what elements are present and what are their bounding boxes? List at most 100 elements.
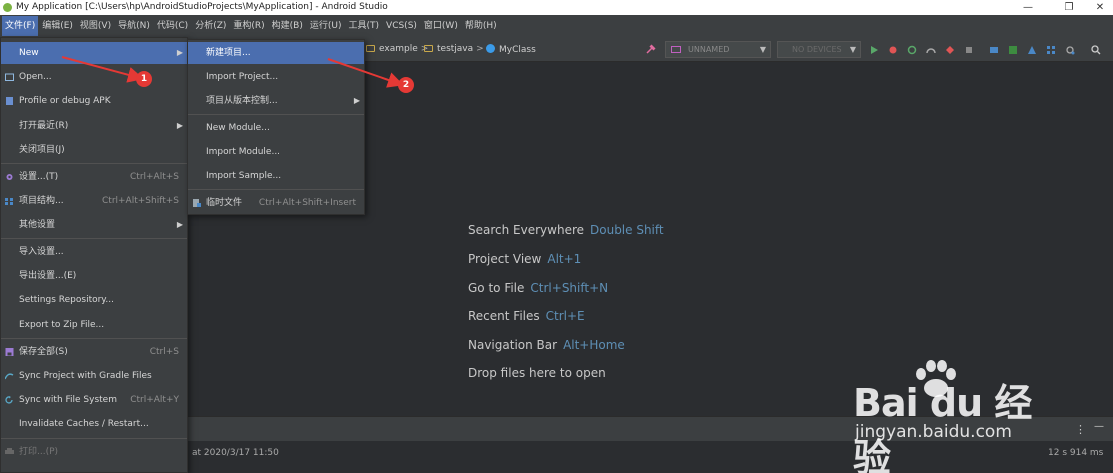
coverage-icon[interactable] — [907, 45, 917, 55]
menu-item-project-structure[interactable]: 项目结构... Ctrl+Alt+Shift+S — [1, 190, 187, 212]
sync-icon[interactable] — [989, 45, 999, 55]
submenu-arrow-icon: ▶ — [176, 220, 183, 229]
breadcrumb-example[interactable]: example > — [366, 44, 428, 54]
run-icon[interactable] — [869, 45, 879, 55]
breadcrumb-testjava[interactable]: testjava > — [424, 44, 484, 54]
menu-file[interactable]: 文件(F) — [2, 16, 39, 36]
menu-item-invalidate-caches[interactable]: Invalidate Caches / Restart... — [1, 413, 187, 435]
gradle-sync-icon — [5, 373, 14, 380]
menu-divider — [188, 189, 364, 190]
menu-run[interactable]: 运行(U) — [307, 16, 345, 36]
restore-button[interactable]: ❐ — [1054, 0, 1084, 15]
folder-icon — [424, 45, 433, 52]
gear-icon — [6, 174, 13, 180]
breadcrumb-myclass[interactable]: MyClass — [486, 44, 536, 55]
menu-build[interactable]: 构建(B) — [269, 16, 306, 36]
refresh-icon — [5, 396, 13, 404]
menu-view[interactable]: 视图(V) — [77, 16, 114, 36]
menu-code[interactable]: 代码(C) — [154, 16, 191, 36]
menu-item-import-module[interactable]: Import Module... — [188, 141, 364, 163]
menu-edit[interactable]: 编辑(E) — [39, 16, 76, 36]
menu-item-settings[interactable]: 设置...(T) Ctrl+Alt+S — [1, 166, 187, 188]
menu-item-print[interactable]: 打印...(P) — [1, 441, 187, 463]
layout-inspector-icon[interactable] — [1065, 45, 1075, 55]
menu-item-import-settings[interactable]: 导入设置... — [1, 241, 187, 263]
chevron-down-icon: ▼ — [759, 45, 766, 54]
attach-debugger-icon[interactable] — [945, 45, 955, 55]
print-icon — [5, 448, 14, 454]
structure-icon — [5, 198, 13, 205]
menu-item-sync-filesystem[interactable]: Sync with File System Ctrl+Alt+Y — [1, 389, 187, 411]
menu-analyze[interactable]: 分析(Z) — [192, 16, 229, 36]
hint-project-view: Project View Alt+1 — [468, 252, 582, 266]
window-title: My Application [C:\Users\hp\AndroidStudi… — [16, 2, 388, 12]
stop-icon[interactable] — [964, 45, 974, 55]
menu-bar: 文件(F) 编辑(E) 视图(V) 导航(N) 代码(C) 分析(Z) 重构(R… — [0, 15, 1113, 37]
menu-item-import-sample[interactable]: Import Sample... — [188, 165, 364, 187]
build-timestamp: at 2020/3/17 11:50 — [192, 448, 279, 458]
annotation-badge-2: 2 — [398, 77, 414, 93]
menu-vcs[interactable]: VCS(S) — [383, 16, 420, 36]
menu-item-settings-repository[interactable]: Settings Repository... — [1, 289, 187, 311]
menu-item-new-project[interactable]: 新建项目... — [188, 42, 364, 64]
menu-item-close-project[interactable]: 关闭项目(J) — [1, 139, 187, 161]
submenu-arrow-icon: ▶ — [176, 48, 183, 57]
folder-icon — [366, 45, 375, 52]
menu-item-sync-gradle[interactable]: Sync Project with Gradle Files — [1, 365, 187, 387]
menu-window[interactable]: 窗口(W) — [421, 16, 461, 36]
watermark-url: jingyan.baidu.com — [855, 422, 1012, 442]
menu-tools[interactable]: 工具(T) — [346, 16, 383, 36]
menu-divider — [1, 438, 187, 439]
menu-item-project-from-vcs[interactable]: 项目从版本控制... ▶ — [188, 90, 364, 112]
menu-item-import-project[interactable]: Import Project... — [188, 66, 364, 88]
menu-navigate[interactable]: 导航(N) — [115, 16, 153, 36]
menu-divider — [1, 163, 187, 164]
submenu-arrow-icon: ▶ — [176, 121, 183, 130]
android-studio-icon — [3, 3, 12, 12]
title-bar: My Application [C:\Users\hp\AndroidStudi… — [0, 0, 1113, 15]
hint-drop-files: Drop files here to open — [468, 366, 606, 380]
hide-panel-icon[interactable]: — — [1094, 421, 1104, 432]
menu-divider — [1, 338, 187, 339]
menu-item-open[interactable]: Open... — [1, 66, 187, 88]
close-button[interactable]: ✕ — [1085, 0, 1113, 15]
menu-item-other-settings[interactable]: 其他设置 ▶ — [1, 214, 187, 236]
avd-manager-icon[interactable] — [1008, 45, 1018, 55]
device-select[interactable]: NO DEVICES ▼ — [777, 41, 861, 58]
menu-refactor[interactable]: 重构(R) — [230, 16, 267, 36]
debug-icon[interactable] — [888, 45, 898, 55]
menu-item-new[interactable]: New ▶ — [1, 42, 187, 64]
save-icon — [5, 348, 14, 356]
menu-item-export-zip[interactable]: Export to Zip File... — [1, 314, 187, 336]
config-icon — [671, 46, 681, 53]
menu-item-export-settings[interactable]: 导出设置...(E) — [1, 265, 187, 287]
annotation-badge-1: 1 — [136, 71, 152, 87]
hint-go-to-file: Go to File Ctrl+Shift+N — [468, 281, 609, 295]
submenu-arrow-icon: ▶ — [353, 96, 360, 105]
file-menu: New ▶ Open... Profile or debug APK 打开最近(R… — [0, 37, 188, 473]
menu-item-profile-apk[interactable]: Profile or debug APK — [1, 90, 187, 112]
run-config-select[interactable]: UNNAMED ▼ — [665, 41, 771, 58]
hint-recent-files: Recent Files Ctrl+E — [468, 309, 585, 323]
apk-icon — [6, 97, 13, 105]
menu-help[interactable]: 帮助(H) — [462, 16, 500, 36]
minimize-button[interactable]: — — [1013, 0, 1043, 15]
more-options-icon[interactable]: ⋮ — [1075, 423, 1086, 436]
menu-item-save-all[interactable]: 保存全部(S) Ctrl+S — [1, 341, 187, 363]
menu-item-new-module[interactable]: New Module... — [188, 117, 364, 139]
hammer-icon[interactable] — [646, 44, 656, 54]
profile-icon[interactable] — [926, 45, 936, 55]
menu-divider — [1, 238, 187, 239]
folder-icon — [5, 73, 14, 81]
sdk-manager-icon[interactable] — [1027, 45, 1037, 55]
chevron-down-icon: ▼ — [849, 45, 856, 54]
project-structure-icon[interactable] — [1046, 45, 1056, 55]
menu-item-open-recent[interactable]: 打开最近(R) ▶ — [1, 115, 187, 137]
new-submenu: 新建项目... Import Project... 项目从版本控制... ▶ Ne… — [187, 39, 365, 215]
search-icon[interactable] — [1091, 45, 1101, 55]
baidu-watermark: Bai du 经验 jingyan.baidu.com — [853, 360, 1053, 473]
scratch-file-icon — [193, 199, 201, 207]
hint-navigation-bar: Navigation Bar Alt+Home — [468, 338, 625, 352]
menu-item-scratch-file[interactable]: 临时文件 Ctrl+Alt+Shift+Insert — [188, 192, 364, 214]
build-duration: 12 s 914 ms — [1048, 448, 1104, 458]
